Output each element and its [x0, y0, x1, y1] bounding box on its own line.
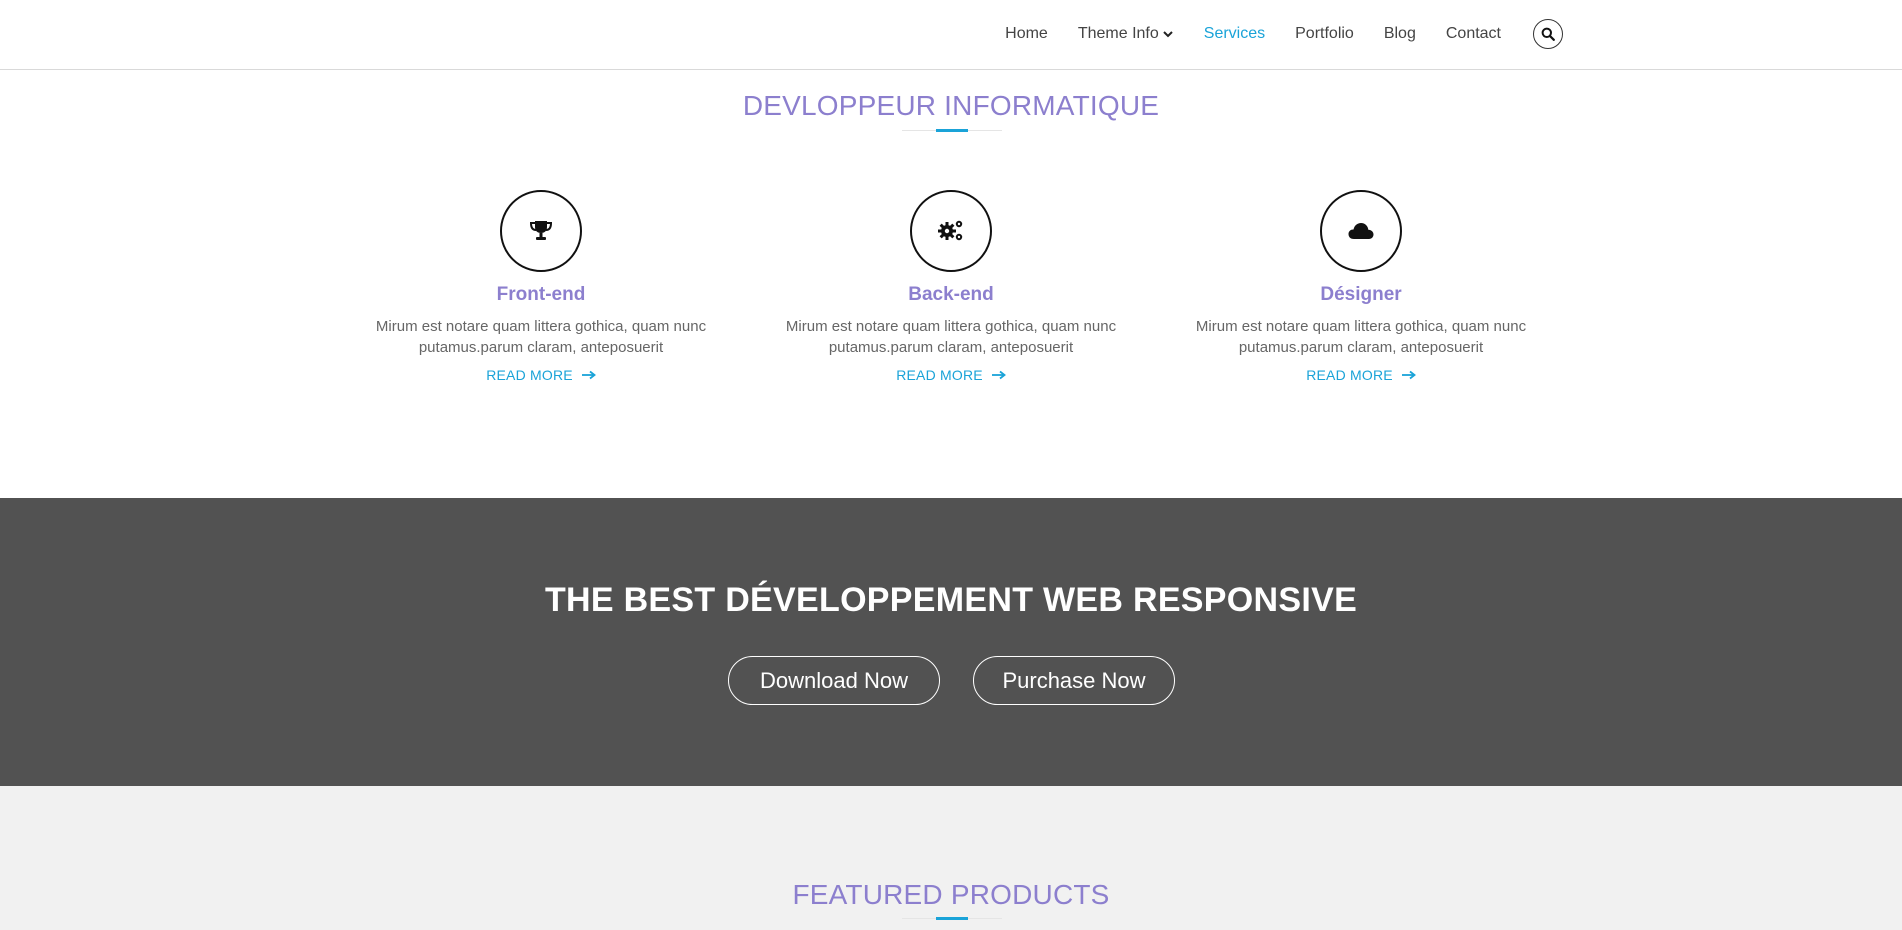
read-more-link[interactable]: READ MORE: [896, 367, 1006, 383]
read-more-label: READ MORE: [896, 367, 983, 383]
nav-item-label: Portfolio: [1295, 25, 1354, 42]
service-title: Back-end: [908, 284, 994, 305]
service-icon-circle: [1320, 190, 1402, 272]
search-button[interactable]: [1533, 19, 1563, 49]
arrow-right-icon: [1401, 370, 1416, 380]
nav-item-label: Services: [1203, 25, 1266, 42]
chevron-down-icon: [1163, 31, 1173, 38]
site-header: Home Theme Info Services Portfolio Blog …: [0, 0, 1902, 70]
nav-item-blog[interactable]: Blog: [1384, 25, 1416, 43]
download-now-button[interactable]: Download Now: [728, 656, 940, 705]
title-divider-accent: [936, 129, 968, 132]
service-card-front-end: Front-end Mirum est notare quam littera …: [351, 190, 731, 385]
gears-icon: [938, 220, 963, 241]
banner-title: THE BEST DÉVELOPPEMENT WEB RESPONSIVE: [544, 581, 1358, 619]
main-nav: Home Theme Info Services Portfolio Blog …: [975, 0, 1563, 68]
service-icon-circle: [500, 190, 582, 272]
service-card-back-end: Back-end Mirum est notare quam littera g…: [761, 190, 1141, 385]
nav-item-label: Contact: [1445, 25, 1501, 42]
service-title: Désigner: [1320, 284, 1402, 305]
service-text: Mirum est notare quam littera gothica, q…: [785, 318, 1117, 356]
nav-item-theme-info[interactable]: Theme Info: [1078, 25, 1174, 43]
title-divider-accent: [936, 917, 968, 920]
read-more-link[interactable]: READ MORE: [1306, 367, 1416, 383]
service-text: Mirum est notare quam littera gothica, q…: [1195, 318, 1527, 356]
read-more-link[interactable]: READ MORE: [486, 367, 596, 383]
arrow-right-icon: [581, 370, 596, 380]
service-text: Mirum est notare quam littera gothica, q…: [375, 318, 707, 356]
nav-item-contact[interactable]: Contact: [1446, 25, 1501, 43]
nav-item-home[interactable]: Home: [1005, 25, 1048, 43]
featured-section-title: FEATURED PRODUCTS: [792, 879, 1110, 910]
search-icon: [1541, 27, 1555, 41]
service-icon-circle: [910, 190, 992, 272]
trophy-icon: [529, 221, 553, 240]
cloud-icon: [1348, 223, 1374, 239]
read-more-label: READ MORE: [486, 367, 573, 383]
nav-item-label: Theme Info: [1077, 25, 1159, 42]
featured-section: FEATURED PRODUCTS: [0, 786, 1902, 930]
cta-banner: THE BEST DÉVELOPPEMENT WEB RESPONSIVE Do…: [0, 498, 1902, 786]
nav-item-label: Home: [1005, 25, 1048, 42]
service-title: Front-end: [496, 284, 586, 305]
purchase-now-label: Purchase Now: [1002, 667, 1146, 693]
nav-item-label: Blog: [1383, 25, 1416, 42]
read-more-label: READ MORE: [1306, 367, 1393, 383]
download-now-label: Download Now: [760, 667, 908, 693]
arrow-right-icon: [991, 370, 1006, 380]
services-section-title: DEVLOPPEUR INFORMATIQUE: [742, 90, 1160, 121]
purchase-now-button[interactable]: Purchase Now: [973, 656, 1175, 705]
nav-item-services[interactable]: Services: [1204, 25, 1265, 43]
service-card-designer: Désigner Mirum est notare quam littera g…: [1171, 190, 1551, 385]
nav-item-portfolio[interactable]: Portfolio: [1295, 25, 1354, 43]
